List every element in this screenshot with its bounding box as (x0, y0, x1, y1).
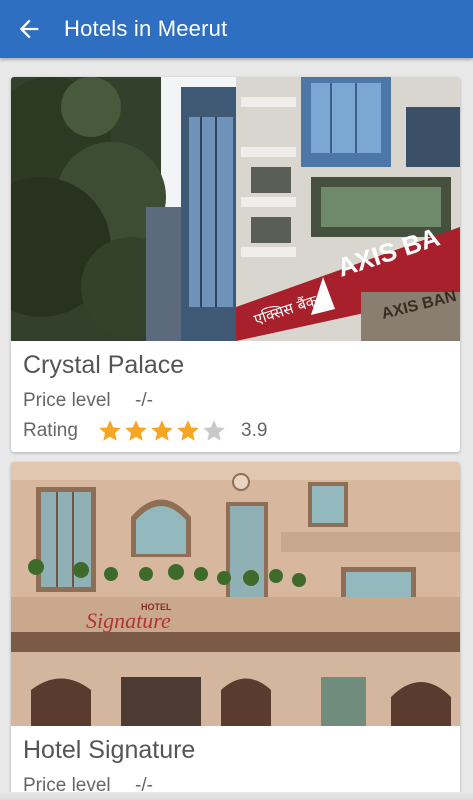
app-bar: Hotels in Meerut (0, 0, 473, 58)
arrow-left-icon (19, 19, 39, 39)
star-filled-icon (99, 420, 121, 441)
hotel-list[interactable]: AXIS BA एक्सिस बैंक AXIS BAN Crystal Pal… (0, 58, 473, 800)
hotel-photo: HOTEL Signature (11, 462, 460, 726)
svg-text:Signature: Signature (86, 608, 171, 633)
star-filled-icon (177, 420, 199, 441)
price-row: Price level -/- (23, 386, 448, 416)
rating-stars (97, 418, 227, 444)
page-title: Hotels in Meerut (64, 16, 228, 41)
rating-value: 3.9 (241, 420, 268, 441)
star-filled-icon (125, 420, 147, 441)
hotel-photo: AXIS BA एक्सिस बैंक AXIS BAN (11, 77, 460, 341)
hotel-card[interactable]: HOTEL Signature Hotel Signature Price le… (11, 462, 460, 800)
hotel-name: Hotel Signature (23, 736, 196, 764)
hotel-card[interactable]: AXIS BA एक्सिस बैंक AXIS BAN Crystal Pal… (11, 77, 460, 452)
price-label: Price level (23, 390, 111, 411)
star-empty-icon (203, 420, 225, 441)
list-bottom-edge (0, 792, 473, 800)
star-filled-icon (151, 420, 173, 441)
back-button[interactable] (0, 0, 58, 58)
hotel-name: Crystal Palace (23, 351, 185, 379)
price-value: -/- (135, 390, 153, 411)
rating-row: Rating 3.9 (23, 416, 448, 446)
